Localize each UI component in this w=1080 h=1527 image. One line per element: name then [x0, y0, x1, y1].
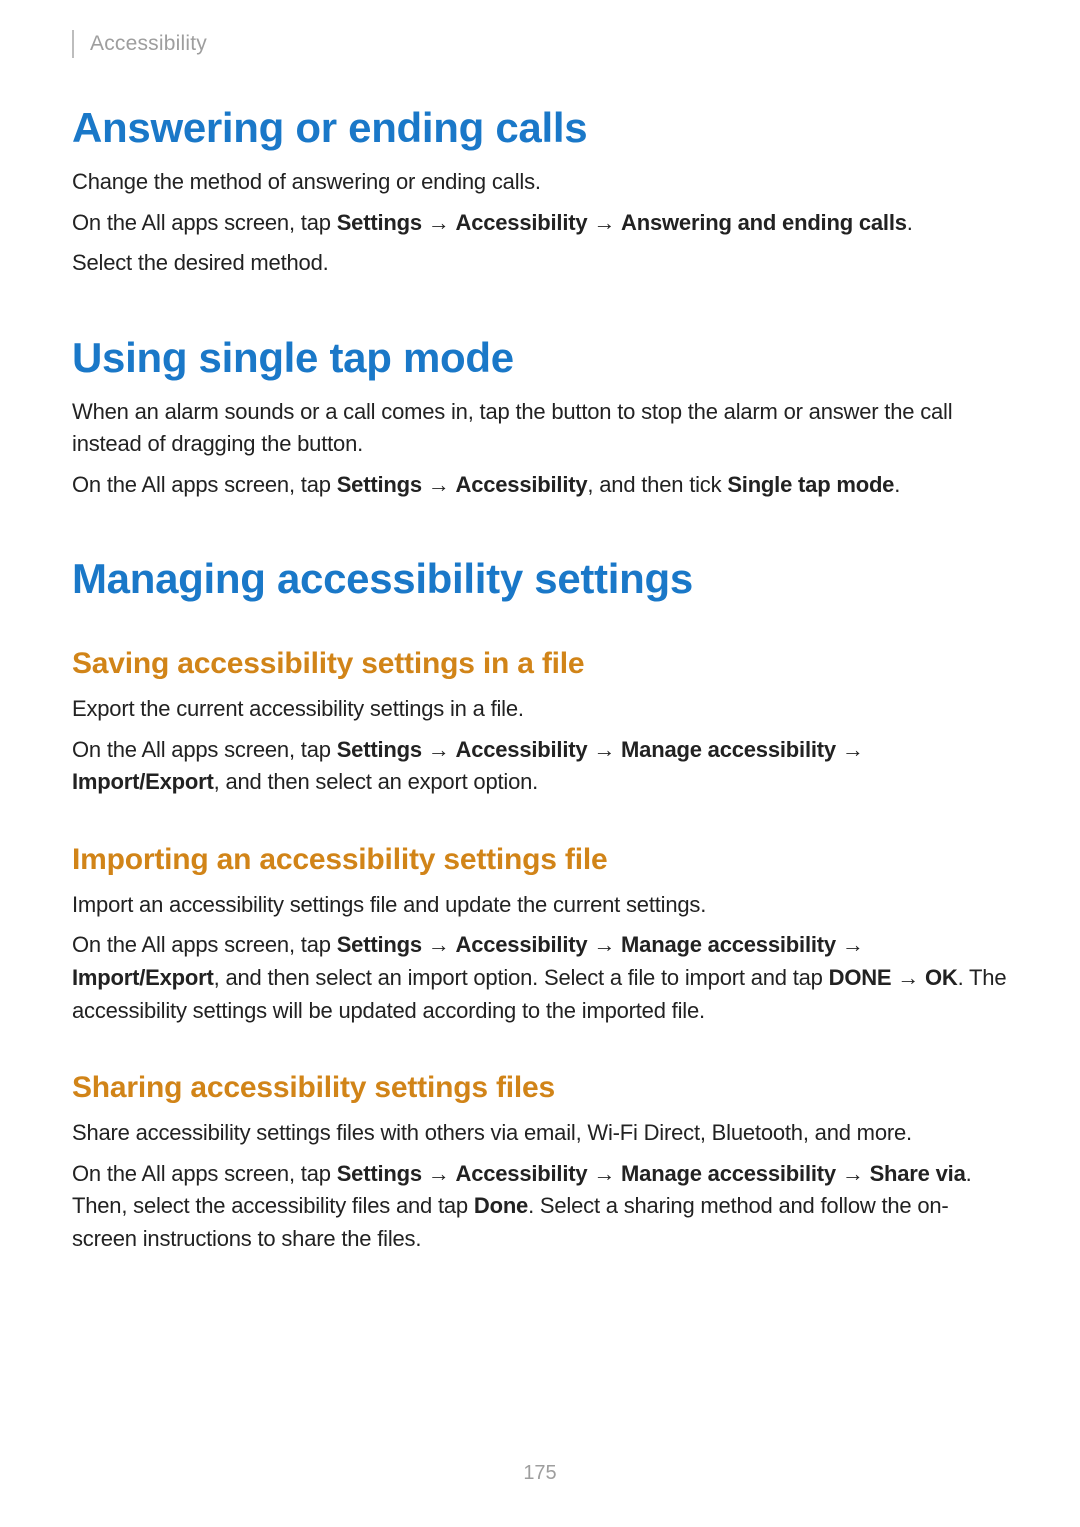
body-text: When an alarm sounds or a call comes in,…	[72, 396, 1008, 461]
section-title-managing: Managing accessibility settings	[72, 555, 1008, 603]
section-title-answering-calls: Answering or ending calls	[72, 104, 1008, 152]
body-text: On the All apps screen, tap Settings → A…	[72, 1158, 1008, 1256]
body-text: On the All apps screen, tap Settings → A…	[72, 929, 1008, 1027]
section-title-single-tap: Using single tap mode	[72, 334, 1008, 382]
body-text: On the All apps screen, tap Settings → A…	[72, 469, 1008, 502]
body-text: Change the method of answering or ending…	[72, 166, 1008, 199]
body-text: Select the desired method.	[72, 247, 1008, 280]
page-number: 175	[0, 1462, 1080, 1485]
subsection-title-sharing: Sharing accessibility settings files	[72, 1071, 1008, 1105]
body-text: Share accessibility settings files with …	[72, 1117, 1008, 1150]
header-breadcrumb: Accessibility	[72, 30, 1008, 58]
body-text: On the All apps screen, tap Settings → A…	[72, 207, 1008, 240]
header-divider	[72, 30, 74, 58]
breadcrumb-text: Accessibility	[90, 32, 207, 56]
body-text: Export the current accessibility setting…	[72, 693, 1008, 726]
subsection-title-importing: Importing an accessibility settings file	[72, 843, 1008, 877]
subsection-title-saving: Saving accessibility settings in a file	[72, 647, 1008, 681]
body-text: Import an accessibility settings file an…	[72, 889, 1008, 922]
body-text: On the All apps screen, tap Settings → A…	[72, 734, 1008, 799]
